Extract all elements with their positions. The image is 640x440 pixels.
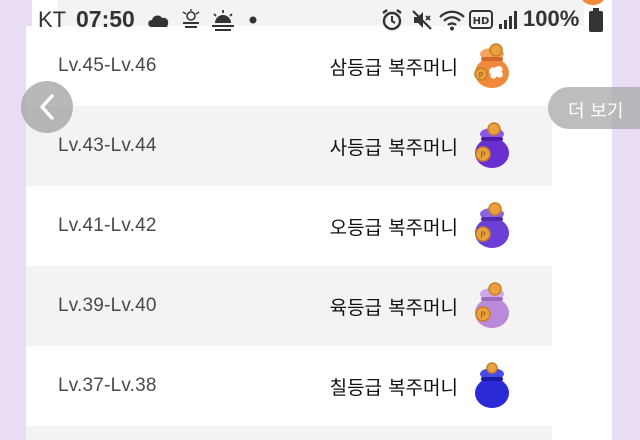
cloud-icon bbox=[148, 15, 169, 27]
signal-icon bbox=[499, 11, 517, 29]
clock: 07:50 bbox=[76, 6, 135, 32]
pouch-purple-icon: P bbox=[475, 122, 509, 168]
pouch-lavender-icon: P bbox=[475, 282, 509, 328]
status-bar: KT 07:50 HD 100% bbox=[0, 0, 640, 40]
list-item: Lv.41-Lv.42 오등급 복주머니 P bbox=[26, 186, 552, 266]
level-range: Lv.43-Lv.44 bbox=[58, 135, 157, 156]
level-range: Lv.45-Lv.46 bbox=[58, 55, 157, 76]
chevron-left-icon bbox=[40, 94, 54, 120]
svg-text:P: P bbox=[480, 151, 486, 161]
reward-name: 육등급 복주머니 bbox=[329, 296, 458, 319]
reward-name: 사등급 복주머니 bbox=[329, 136, 458, 159]
back-button[interactable] bbox=[21, 81, 73, 133]
list-item: Lv.37-Lv.38 칠등급 복주머니 bbox=[26, 346, 552, 426]
level-range: Lv.39-Lv.40 bbox=[58, 295, 157, 316]
list-item bbox=[26, 426, 552, 440]
wifi-icon bbox=[439, 10, 465, 31]
svg-text:P: P bbox=[479, 71, 484, 80]
list-item: Lv.43-Lv.44 사등급 복주머니 P bbox=[26, 106, 552, 186]
more-button[interactable]: 더 보기 bbox=[548, 87, 640, 129]
pouch-violet-icon: P bbox=[475, 202, 509, 248]
svg-text:HD: HD bbox=[473, 16, 490, 27]
weather-sunrise-icon bbox=[212, 10, 234, 31]
mute-icon bbox=[412, 10, 432, 30]
right-background bbox=[612, 0, 640, 440]
more-label: 더 보기 bbox=[568, 101, 624, 122]
reward-name: 오등급 복주머니 bbox=[329, 216, 458, 239]
level-range: Lv.41-Lv.42 bbox=[58, 215, 157, 236]
list-item: Lv.39-Lv.40 육등급 복주머니 P bbox=[26, 266, 552, 346]
carrier-label: KT bbox=[38, 7, 67, 32]
reward-list: Lv.45-Lv.46 삼등급 복주머니 P Lv.43-Lv.44 사등급 복… bbox=[26, 26, 552, 440]
svg-text:P: P bbox=[480, 231, 486, 241]
pouch-orange-icon: P bbox=[474, 43, 509, 88]
reward-name: 삼등급 복주머니 bbox=[329, 56, 458, 79]
level-range: Lv.37-Lv.38 bbox=[58, 375, 157, 396]
svg-text:P: P bbox=[480, 311, 486, 321]
battery-icon bbox=[589, 8, 603, 32]
hd-icon: HD bbox=[469, 10, 493, 29]
battery-percent: 100% bbox=[523, 6, 580, 31]
dot-icon bbox=[249, 16, 257, 24]
reward-name: 칠등급 복주머니 bbox=[329, 376, 458, 399]
air-quality-icon bbox=[182, 9, 200, 28]
alarm-icon bbox=[382, 9, 402, 31]
pouch-blue-icon bbox=[475, 362, 509, 408]
